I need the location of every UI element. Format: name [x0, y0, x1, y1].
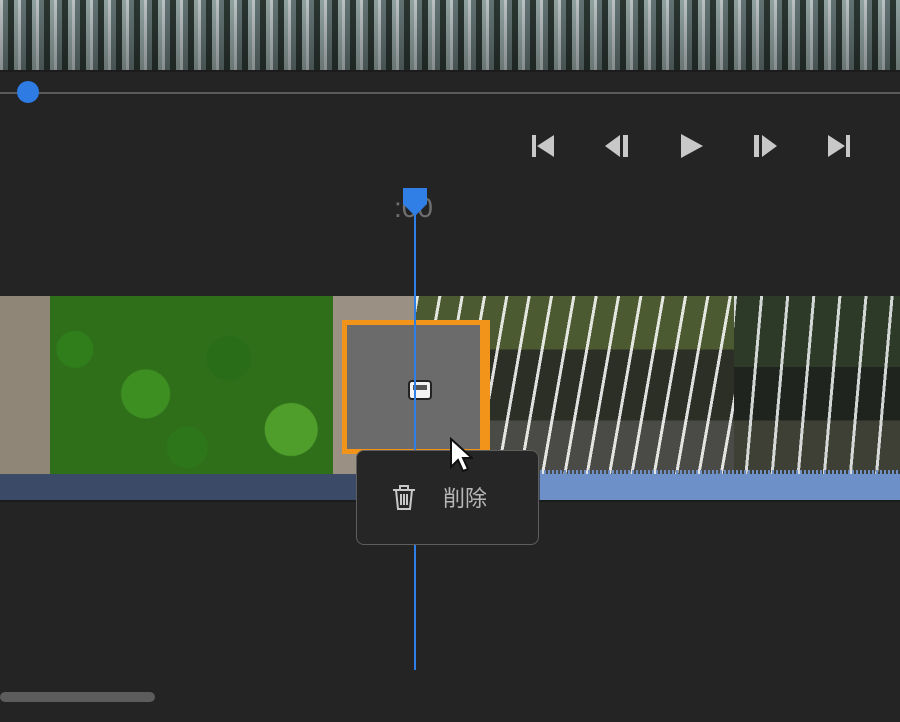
transition-block[interactable]	[342, 320, 490, 454]
context-menu: 削除	[356, 450, 539, 545]
audio-track-right[interactable]	[540, 470, 900, 500]
playhead-handle-icon[interactable]	[401, 186, 429, 218]
horizontal-scrollbar[interactable]	[0, 692, 155, 702]
seek-thumb[interactable]	[17, 81, 39, 103]
step-forward-button[interactable]	[744, 127, 786, 165]
preview-divider	[0, 70, 900, 72]
video-preview	[0, 0, 900, 70]
step-back-button[interactable]	[596, 127, 638, 165]
delete-label: 削除	[443, 487, 488, 512]
mouse-cursor-icon	[450, 437, 473, 473]
transition-icon	[408, 380, 432, 400]
delete-menu-item[interactable]: 削除	[357, 467, 538, 527]
seek-track[interactable]	[0, 92, 900, 94]
trash-icon	[393, 485, 415, 510]
skip-to-end-button[interactable]	[818, 127, 860, 165]
skip-to-start-button[interactable]	[522, 127, 564, 165]
playback-controls	[522, 127, 860, 165]
play-button[interactable]	[670, 127, 712, 165]
skip-end-icon	[828, 135, 850, 157]
clip-waterfall-2[interactable]	[734, 296, 900, 474]
skip-start-icon	[532, 135, 554, 157]
playhead-line	[414, 195, 416, 670]
frame-back-icon	[605, 135, 628, 157]
frame-forward-icon	[754, 135, 777, 157]
play-icon	[681, 134, 703, 158]
